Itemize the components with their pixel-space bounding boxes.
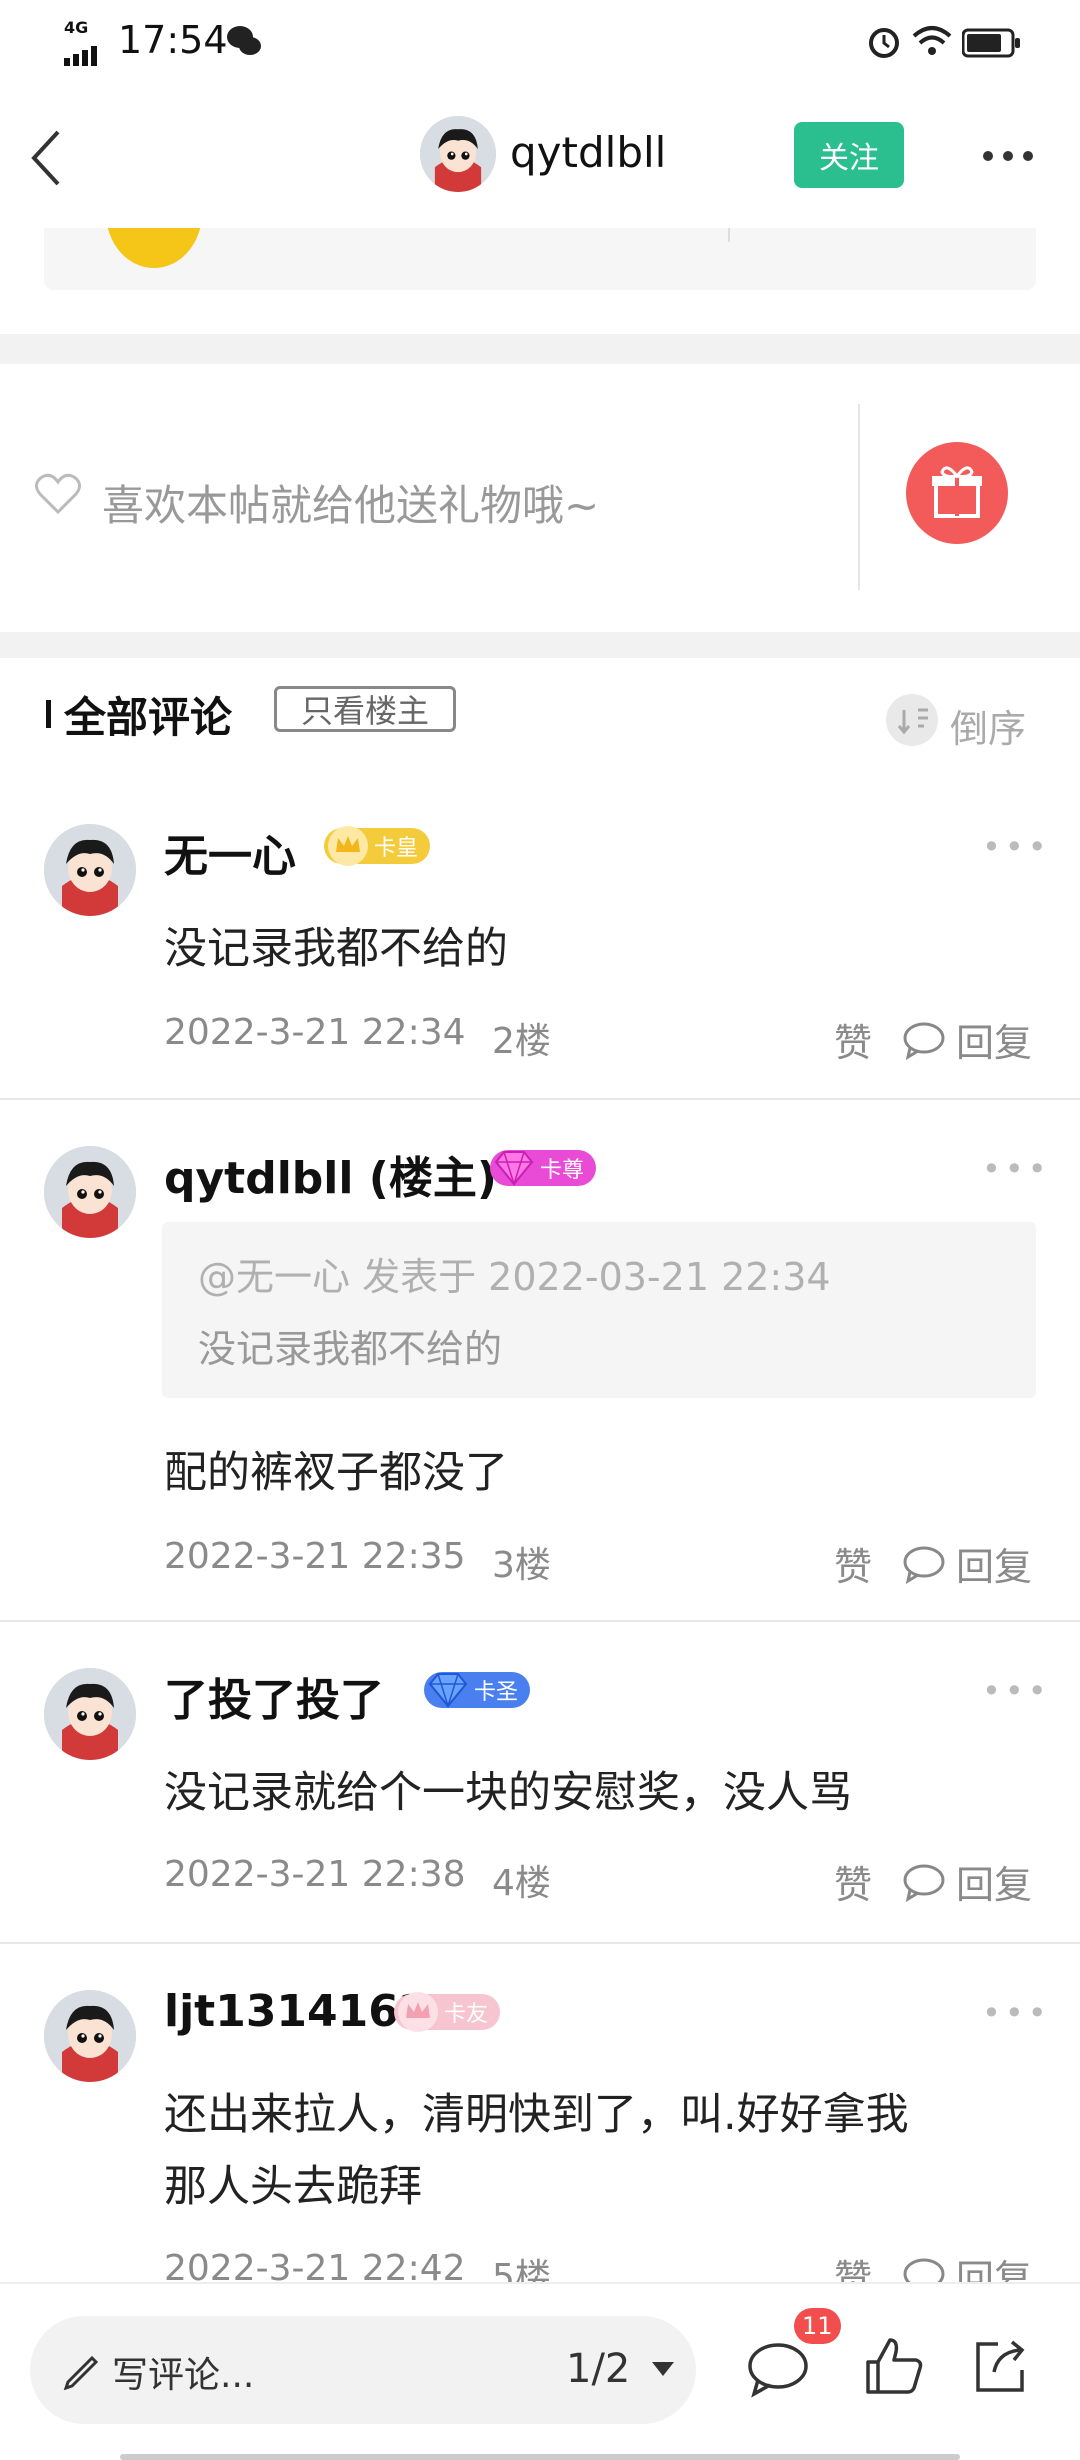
sort-toggle[interactable]: 倒序 bbox=[886, 692, 1046, 751]
comments-header: 全部评论 只看楼主 倒序 bbox=[0, 658, 1080, 768]
sort-label: 倒序 bbox=[950, 707, 1027, 751]
comment-more-icon[interactable]: ••• bbox=[982, 828, 1051, 866]
author-name[interactable]: qytdlbll bbox=[510, 128, 666, 177]
reply-button[interactable]: 回复 bbox=[956, 1536, 1032, 1591]
avatar[interactable] bbox=[44, 1668, 136, 1760]
home-indicator bbox=[120, 2454, 960, 2460]
crown-icon bbox=[328, 826, 368, 866]
wechat-icon bbox=[226, 24, 262, 58]
reply-bubble-icon[interactable] bbox=[902, 1544, 946, 1585]
comment-time: 2022-3-21 22:38 bbox=[164, 1854, 466, 1895]
page-indicator[interactable]: 1/2 bbox=[566, 2346, 630, 2392]
comment-text: 配的裤衩子都没了 bbox=[164, 1448, 508, 1498]
comment-more-icon[interactable]: ••• bbox=[982, 1994, 1051, 2032]
comment-text: 没记录我都不给的 bbox=[164, 924, 508, 974]
reply-bubble-icon[interactable] bbox=[902, 1020, 946, 1061]
reply-bubble-icon[interactable] bbox=[902, 1862, 946, 1903]
reply-button[interactable]: 回复 bbox=[956, 1854, 1032, 1909]
card-divider bbox=[728, 228, 730, 242]
commenter-name[interactable]: ljt1314162 bbox=[164, 1986, 430, 2037]
diamond-icon bbox=[428, 1673, 468, 1709]
floor-number: 5楼 bbox=[492, 2257, 551, 2284]
comment-text-line-1: 还出来拉人，清明快到了，叫.好好拿我 bbox=[164, 2090, 909, 2140]
floor-number: 3楼 bbox=[492, 1545, 551, 1586]
comment-text: 没记录就给个一块的安慰奖，没人骂 bbox=[164, 1768, 852, 1818]
author-avatar[interactable] bbox=[420, 116, 496, 192]
like-button[interactable]: 赞 bbox=[834, 2248, 872, 2284]
crown-icon bbox=[398, 1992, 438, 2032]
reply-button[interactable]: 回复 bbox=[956, 1012, 1032, 1067]
bottom-bar: 写评论... 1/2 11 bbox=[0, 2282, 1080, 2460]
comment-item: 了投了投了 卡圣 ••• 没记录就给个一块的安慰奖，没人骂 2022-3-21 … bbox=[0, 1622, 1080, 1942]
heart-icon[interactable] bbox=[34, 472, 82, 516]
reply-bubble-icon[interactable] bbox=[902, 2256, 946, 2284]
gift-divider bbox=[858, 404, 860, 590]
page-dropdown-icon[interactable] bbox=[650, 2360, 676, 2378]
comment-item: 无一心 卡皇 ••• 没记录我都不给的 2022-3-21 22:34 2楼 赞… bbox=[0, 768, 1080, 1098]
section-separator bbox=[0, 334, 1080, 364]
write-comment-placeholder: 写评论... bbox=[112, 2355, 255, 2396]
op-only-filter[interactable]: 只看楼主 bbox=[274, 686, 456, 732]
header-accent-bar bbox=[46, 700, 51, 728]
status-bar: 4G 17:54 bbox=[0, 0, 1080, 86]
comment-time: 2022-3-21 22:34 bbox=[164, 1012, 466, 1053]
signal-icon bbox=[64, 34, 112, 66]
comments-icon[interactable] bbox=[746, 2340, 810, 2400]
comment-more-icon[interactable]: ••• bbox=[982, 1150, 1051, 1188]
floor-number: 4楼 bbox=[492, 1863, 551, 1904]
commenter-name[interactable]: 了投了投了 bbox=[164, 1664, 384, 1728]
reply-button[interactable]: 回复 bbox=[956, 2248, 1032, 2284]
like-button[interactable]: 赞 bbox=[834, 1012, 872, 1067]
level-badge: 卡友 bbox=[394, 1992, 501, 2032]
avatar[interactable] bbox=[44, 1990, 136, 2082]
comment-item: qytdlbll (楼主) 卡尊 ••• @无一心 发表于 2022-03-21… bbox=[0, 1100, 1080, 1622]
like-button[interactable]: 赞 bbox=[834, 1854, 872, 1909]
coin-icon bbox=[106, 228, 202, 268]
commenter-name[interactable]: 无一心 bbox=[164, 820, 296, 884]
comment-more-icon[interactable]: ••• bbox=[982, 1672, 1051, 1710]
like-thumb-icon[interactable] bbox=[862, 2334, 926, 2398]
share-icon[interactable] bbox=[968, 2334, 1032, 2398]
pencil-icon bbox=[62, 2350, 102, 2391]
comments-title: 全部评论 bbox=[64, 693, 233, 742]
quote-text: 没记录我都不给的 bbox=[198, 1327, 503, 1371]
gift-button[interactable] bbox=[906, 442, 1008, 544]
floor-number: 2楼 bbox=[492, 1021, 551, 1062]
comment-time: 2022-3-21 22:35 bbox=[164, 1536, 466, 1577]
back-arrow-icon[interactable] bbox=[22, 126, 72, 190]
clock-time: 17:54 bbox=[118, 18, 228, 62]
gift-prompt: 喜欢本帖就给他送礼物哦~ bbox=[102, 481, 600, 530]
alarm-icon bbox=[866, 24, 902, 60]
level-badge: 卡皇 bbox=[324, 826, 431, 866]
quoted-comment[interactable]: @无一心 发表于 2022-03-21 22:34 没记录我都不给的 bbox=[162, 1222, 1036, 1398]
write-comment-box[interactable]: 写评论... 1/2 bbox=[30, 2316, 696, 2424]
sort-icon bbox=[886, 694, 938, 746]
follow-button[interactable]: 关注 bbox=[794, 122, 904, 188]
comment-item: ljt1314162 卡友 ••• 还出来拉人，清明快到了，叫.好好拿我 那人头… bbox=[0, 1944, 1080, 2284]
avatar[interactable] bbox=[44, 1146, 136, 1238]
level-badge: 卡尊 bbox=[490, 1150, 597, 1187]
post-reward-card bbox=[44, 228, 1036, 290]
comment-count-badge: 11 bbox=[794, 2308, 841, 2344]
commenter-name[interactable]: qytdlbll (楼主) bbox=[164, 1142, 497, 1206]
quote-meta: @无一心 发表于 2022-03-21 22:34 bbox=[198, 1255, 831, 1299]
gift-icon bbox=[932, 466, 982, 518]
gift-section: 喜欢本帖就给他送礼物哦~ bbox=[0, 364, 1080, 632]
diamond-icon bbox=[494, 1151, 534, 1187]
level-badge: 卡圣 bbox=[424, 1672, 531, 1709]
battery-icon bbox=[961, 26, 1022, 58]
comment-text-line-2: 那人头去跪拜 bbox=[164, 2162, 422, 2212]
wifi-icon bbox=[912, 24, 952, 58]
avatar[interactable] bbox=[44, 824, 136, 916]
like-button[interactable]: 赞 bbox=[834, 1536, 872, 1591]
section-separator bbox=[0, 632, 1080, 658]
more-menu-icon[interactable] bbox=[980, 146, 1036, 166]
comment-time: 2022-3-21 22:42 bbox=[164, 2248, 466, 2284]
top-nav-bar: qytdlbll 关注 bbox=[0, 86, 1080, 228]
